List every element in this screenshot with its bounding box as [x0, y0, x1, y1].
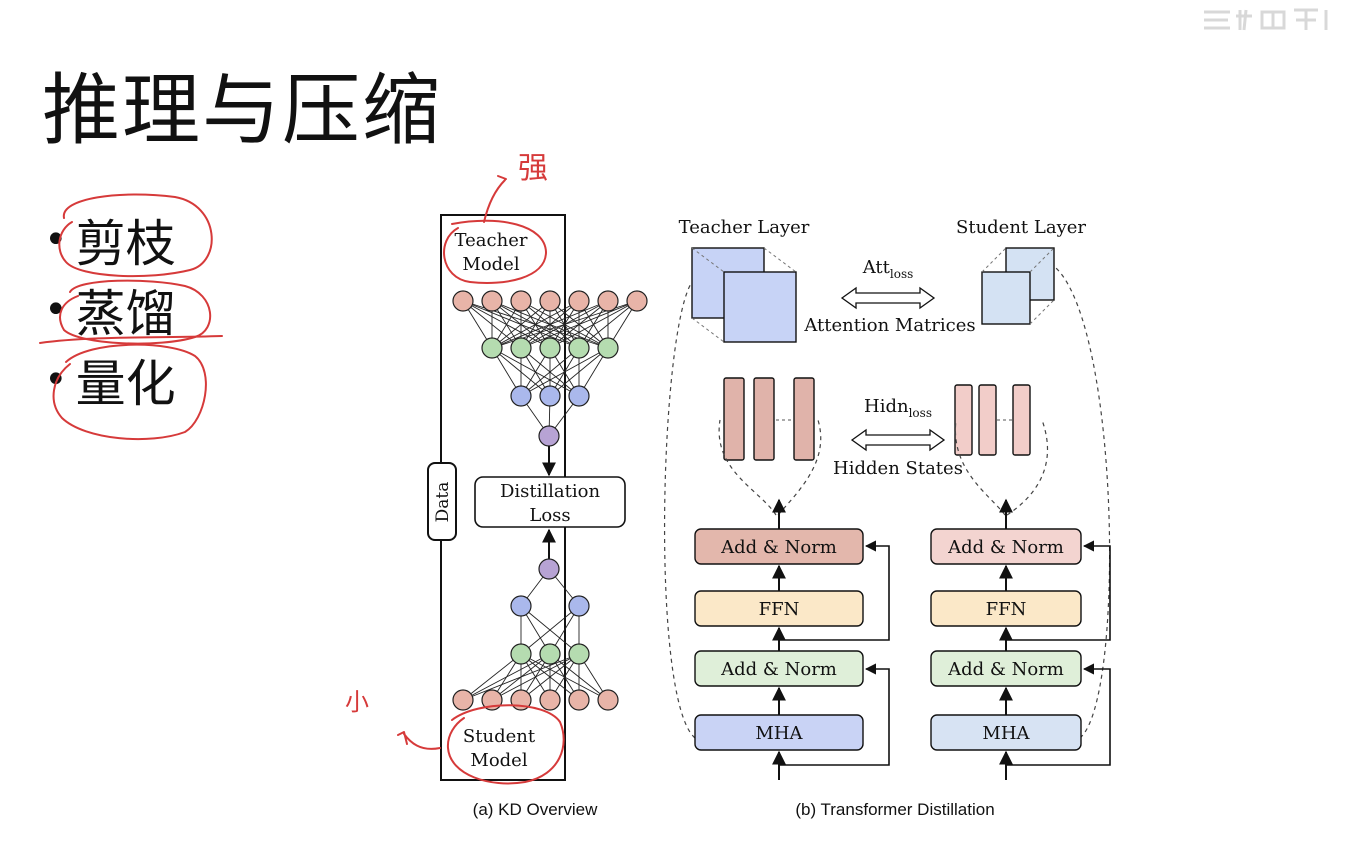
teacher-neuron-layer-0 [568, 290, 590, 312]
student-neuron-layer-3 [568, 689, 590, 711]
distillation-diagram: Teacher Model Data Distillation Loss Stu… [39, 151, 1111, 819]
student-layer-label: Student Layer [956, 217, 1086, 238]
student-network [452, 558, 619, 711]
student-addnorm-top-label: Add & Norm [947, 537, 1064, 558]
teacher-neuron-layer-0 [597, 290, 619, 312]
teacher-model-label-line1: Teacher [455, 230, 528, 251]
annotation-strong-text: 强 [518, 151, 548, 186]
teacher-neuron-layer-0 [452, 290, 474, 312]
student-neuron-layer-1 [568, 595, 590, 617]
circle-quantization [52, 343, 207, 441]
slide: 推理与压缩 • 剪枝 • 蒸馏 • 量化 Teacher Model Data … [0, 0, 1347, 860]
student-attention-matrices [981, 247, 1055, 325]
student-connection [462, 653, 551, 701]
student-mha-label: MHA [982, 723, 1030, 744]
student-model-label-line1: Student [463, 726, 536, 747]
student-neuron-layer-0 [538, 558, 560, 580]
attention-matrices-label: Attention Matrices [803, 315, 975, 336]
kd-caption: (a) KD Overview [473, 800, 598, 819]
teacher-neuron-layer-1 [481, 337, 503, 359]
student-neuron-layer-1 [510, 595, 532, 617]
teacher-neuron-layer-2 [510, 385, 532, 407]
teacher-layer-label: Teacher Layer [679, 217, 810, 238]
student-addnorm-bottom-label: Add & Norm [947, 659, 1064, 680]
student-neuron-layer-2 [568, 643, 590, 665]
student-neuron-layer-3 [452, 689, 474, 711]
teacher-hidden-states [723, 377, 815, 461]
circle-pruning [58, 193, 213, 278]
circle-distillation [59, 279, 212, 345]
teacher-neuron-layer-0 [539, 290, 561, 312]
teacher-neuron-layer-0 [481, 290, 503, 312]
data-label: Data [433, 482, 453, 523]
teacher-neuron-layer-1 [510, 337, 532, 359]
student-model-label-line2: Model [470, 750, 527, 771]
annotation-small-text: 小 [345, 688, 369, 716]
student-neuron-layer-3 [597, 689, 619, 711]
teacher-neuron-layer-1 [539, 337, 561, 359]
teacher-transformer-stack: Add & Norm FFN Add & Norm MHA [694, 498, 890, 780]
hidden-states-label: Hidden States [833, 458, 963, 479]
teacher-mha-label: MHA [755, 723, 803, 744]
student-ffn-label: FFN [986, 599, 1027, 620]
teacher-network [452, 290, 648, 447]
student-neuron-layer-2 [510, 643, 532, 665]
teacher-neuron-layer-2 [539, 385, 561, 407]
teacher-neuron-layer-0 [510, 290, 532, 312]
teacher-addnorm-bottom-label: Add & Norm [720, 659, 837, 680]
teacher-neuron-layer-2 [568, 385, 590, 407]
teacher-attention-matrices [691, 247, 797, 343]
teacher-model-label-line2: Model [462, 254, 519, 275]
att-loss-double-arrow [840, 286, 936, 310]
teacher-ffn-label: FFN [759, 599, 800, 620]
teacher-neuron-layer-1 [597, 337, 619, 359]
teacher-neuron-layer-0 [626, 290, 648, 312]
hidn-loss-label: Hidnloss [864, 396, 932, 420]
student-neuron-layer-3 [539, 689, 561, 711]
student-neuron-layer-2 [539, 643, 561, 665]
annotation-arrow-student [397, 731, 441, 750]
underline-distillation [39, 335, 223, 344]
transformer-caption: (b) Transformer Distillation [795, 800, 994, 819]
student-transformer-stack: Add & Norm FFN Add & Norm MHA [930, 498, 1111, 780]
att-loss-label: Attloss [862, 257, 914, 281]
teacher-neuron-layer-3 [538, 425, 560, 447]
distillation-loss-line2: Loss [529, 505, 570, 526]
student-hidden-states [954, 384, 1031, 456]
hidn-loss-double-arrow [850, 428, 946, 452]
teacher-attention-dashed-curve [663, 281, 696, 739]
distillation-loss-line1: Distillation [500, 481, 600, 502]
teacher-addnorm-top-label: Add & Norm [720, 537, 837, 558]
teacher-neuron-layer-1 [568, 337, 590, 359]
